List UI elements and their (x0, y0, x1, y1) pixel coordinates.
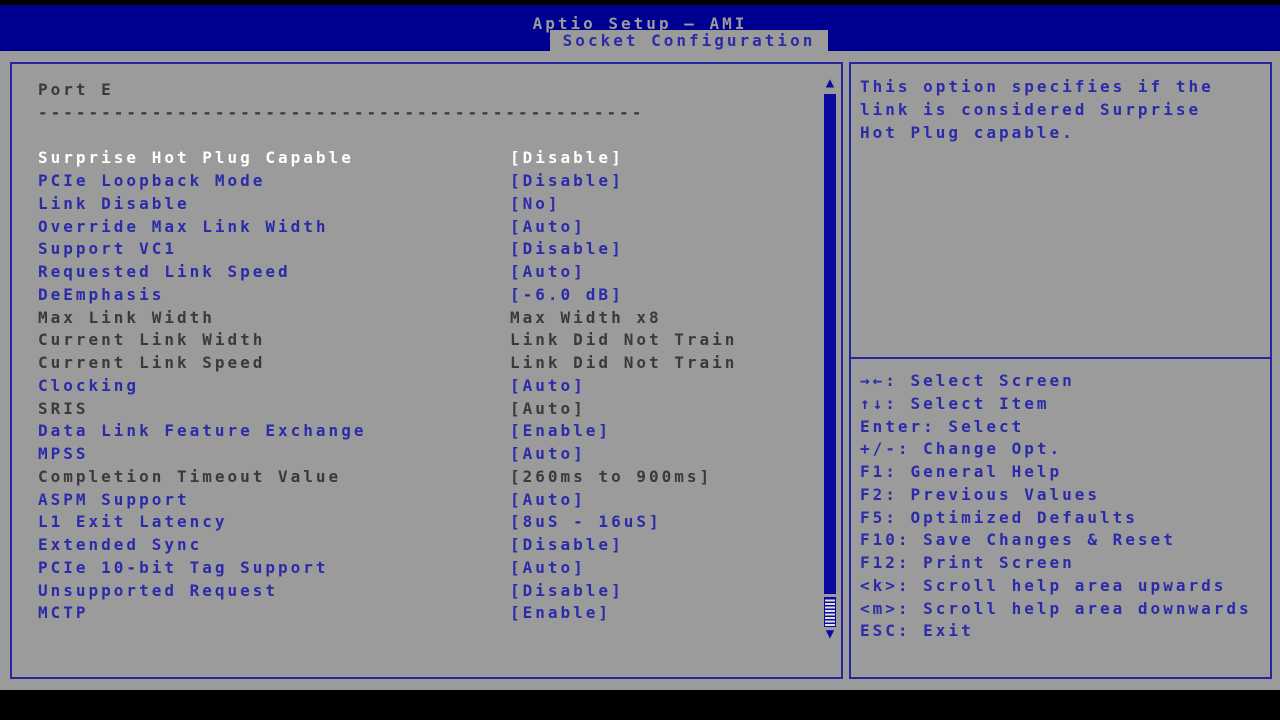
menu-item-l1-exit-latency[interactable]: L1 Exit Latency [8uS - 16uS] (38, 511, 801, 534)
help-panel: This option specifies if the link is con… (849, 62, 1272, 679)
menu-item-value: [Auto] (510, 375, 586, 395)
section-title: Port E (38, 80, 114, 99)
menu-item-extended-sync[interactable]: Extended Sync [Disable] (38, 534, 801, 557)
menu-list: Surprise Hot Plug Capable [Disable] PCIe… (38, 147, 801, 625)
legend-list: →←: Select Screen ↑↓: Select Item Enter:… (860, 370, 1268, 643)
menu-item-value: [Disable] (510, 148, 624, 168)
blank-row (38, 125, 801, 148)
legend-f12: F12: Print Screen (860, 553, 1075, 572)
menu-item-label: Support VC1 (38, 239, 177, 259)
menu-item-unsupported-request[interactable]: Unsupported Request [Disable] (38, 580, 801, 603)
legend-row-3: +/-: Change Opt. (860, 439, 1063, 459)
main-area: Port E ---------------------------------… (0, 51, 1280, 690)
menu-item-max-link-width: Max Link Width Max Width x8 (38, 307, 801, 330)
section-title-row: Port E (38, 79, 801, 102)
menu-item-completion-timeout-value: Completion Timeout Value [260ms to 900ms… (38, 466, 801, 489)
menu-item-value: [No] (510, 193, 561, 213)
menu-item-value: [8uS - 16uS] (510, 512, 662, 532)
legend-row-1: ↑↓: Select Item (860, 393, 1050, 413)
menu-item-override-max-link-width[interactable]: Override Max Link Width [Auto] (38, 216, 801, 239)
legend-f2: F2: Previous Values (860, 484, 1101, 504)
menu-item-value: [Auto] (510, 216, 586, 236)
menu-item-surprise-hot-plug-capable[interactable]: Surprise Hot Plug Capable [Disable] (38, 147, 801, 170)
menu-item-label: Extended Sync (38, 535, 203, 554)
menu-item-label: Surprise Hot Plug Capable (38, 148, 354, 168)
menu-item-pcie-loopback-mode[interactable]: PCIe Loopback Mode [Disable] (38, 170, 801, 193)
menu-item-support-vc1[interactable]: Support VC1 [Disable] (38, 238, 801, 261)
menu-item-value: [Enable] (510, 421, 612, 441)
menu-item-current-link-width: Current Link Width Link Did Not Train (38, 329, 801, 352)
menu-item-label: Override Max Link Width (38, 216, 329, 236)
scrollbar-thumb[interactable] (824, 94, 836, 594)
legend-f1: F1: General Help (860, 462, 1063, 481)
menu-item-value: [Auto] (510, 557, 586, 577)
menu-item-mctp[interactable]: MCTP [Enable] (38, 602, 801, 625)
legend-esc: ESC: Exit (860, 621, 974, 641)
legend-f5: F5: Optimized Defaults (860, 507, 1138, 527)
menu-item-label: MCTP (38, 603, 89, 623)
menu-item-clocking[interactable]: Clocking [Auto] (38, 375, 801, 398)
menu-item-value: [Disable] (510, 580, 624, 600)
legend-k: <k>: Scroll help area upwards (860, 575, 1227, 595)
bios-screen: Aptio Setup – AMI Socket Configuration P… (0, 0, 1280, 720)
menu-item-label: Max Link Width (38, 307, 215, 327)
menu-item-value: [Disable] (510, 535, 624, 554)
settings-list-content: Port E ---------------------------------… (38, 79, 801, 625)
menu-item-value: [Auto] (510, 262, 586, 281)
menu-item-value: [260ms to 900ms] (510, 466, 713, 486)
menu-item-deemphasis[interactable]: DeEmphasis [-6.0 dB] (38, 284, 801, 307)
scrollbar-track (824, 597, 836, 627)
menu-item-value: Link Did Not Train (510, 353, 738, 372)
menu-item-value: [Auto] (510, 489, 586, 509)
legend-enter: Enter: Select (860, 416, 1025, 436)
menu-item-pcie-10-bit-tag-support[interactable]: PCIe 10-bit Tag Support [Auto] (38, 557, 801, 580)
tab-socket-configuration[interactable]: Socket Configuration (550, 30, 828, 52)
menu-item-label: Data Link Feature Exchange (38, 421, 367, 441)
menu-item-label: Current Link Width (38, 330, 266, 350)
menu-item-value: Max Width x8 (510, 307, 662, 327)
menu-item-data-link-feature-exchange[interactable]: Data Link Feature Exchange [Enable] (38, 420, 801, 443)
menu-item-mpss[interactable]: MPSS [Auto] (38, 443, 801, 466)
legend-row-0: →←: Select Screen (860, 371, 1075, 390)
scrollbar-up-icon[interactable]: ▲ (822, 76, 838, 90)
menu-item-value: [Enable] (510, 603, 612, 623)
menu-item-label: L1 Exit Latency (38, 512, 228, 532)
menu-item-label: PCIe Loopback Mode (38, 171, 266, 190)
menu-item-label: SRIS (38, 398, 89, 418)
menu-item-label: Clocking (38, 375, 140, 395)
settings-panel: Port E ---------------------------------… (10, 62, 843, 679)
menu-item-value: Link Did Not Train (510, 330, 738, 350)
menu-item-requested-link-speed[interactable]: Requested Link Speed [Auto] (38, 261, 801, 284)
menu-item-value: [Disable] (510, 171, 624, 190)
help-legend-divider (851, 357, 1270, 359)
help-text: This option specifies if the link is con… (860, 77, 1214, 142)
menu-item-label: DeEmphasis (38, 284, 165, 304)
menu-item-label: PCIe 10-bit Tag Support (38, 557, 329, 577)
menu-item-label: Unsupported Request (38, 580, 279, 600)
menu-item-value: [Auto] (510, 444, 586, 463)
menu-item-label: Requested Link Speed (38, 262, 291, 281)
menu-item-link-disable[interactable]: Link Disable [No] (38, 193, 801, 216)
menu-item-label: Current Link Speed (38, 353, 266, 372)
legend-m: <m>: Scroll help area downwards (860, 598, 1252, 618)
section-separator: ----------------------------------------… (38, 102, 645, 122)
menu-item-value: [-6.0 dB] (510, 284, 624, 304)
menu-item-sris: SRIS [Auto] (38, 398, 801, 421)
legend-f10: F10: Save Changes & Reset (860, 530, 1176, 550)
menu-item-aspm-support[interactable]: ASPM Support [Auto] (38, 489, 801, 512)
menu-item-label: MPSS (38, 444, 89, 463)
menu-item-value: [Disable] (510, 239, 624, 259)
scrollbar-down-icon[interactable]: ▼ (822, 627, 838, 641)
menu-item-value: [Auto] (510, 398, 586, 418)
menu-item-current-link-speed: Current Link Speed Link Did Not Train (38, 352, 801, 375)
menu-item-label: Completion Timeout Value (38, 466, 342, 486)
menu-item-label: Link Disable (38, 193, 190, 213)
menu-item-label: ASPM Support (38, 489, 190, 509)
